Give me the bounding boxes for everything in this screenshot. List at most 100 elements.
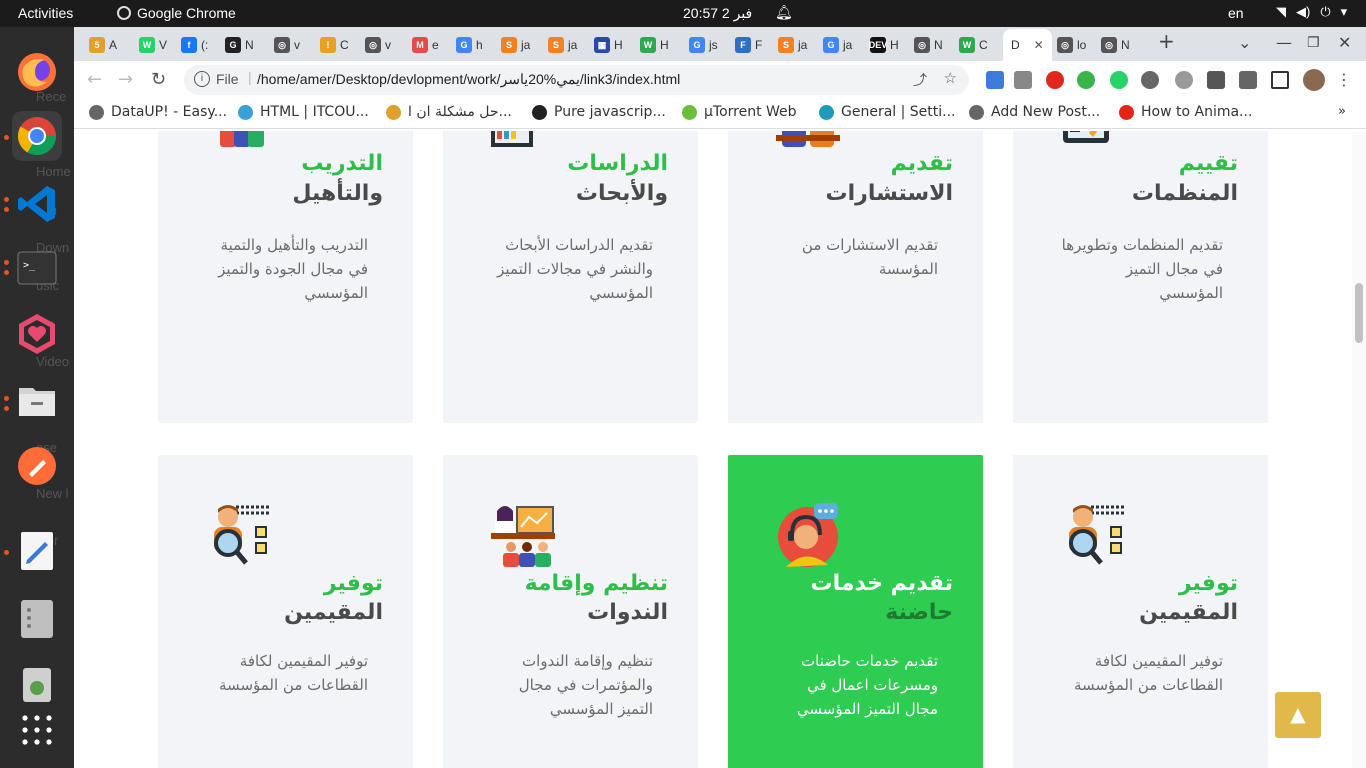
share-icon[interactable]: ⤴ [913,70,927,90]
postman-icon[interactable] [12,441,62,491]
bookmark-item[interactable]: Pure javascrip... [532,104,666,120]
green-extension-icon[interactable] [1077,71,1095,89]
service-card[interactable]: تقييم المنظمات تقديم المنظمات وتطويرها في … [1013,131,1268,423]
tab-17[interactable]: DEV H [869,33,899,57]
tab-18[interactable]: ◎ N [914,33,943,57]
tab-16[interactable]: Gja [823,33,852,57]
tab-label: lo [1077,38,1087,52]
vscode-icon[interactable] [12,179,62,229]
extension-picker-icon[interactable] [986,71,1004,89]
tab-12[interactable]: WH [640,33,669,57]
tab-label: H [614,38,623,52]
more-bookmarks-chevron-icon[interactable]: » [1338,104,1346,119]
new-tab-button[interactable]: + [1158,29,1175,53]
tab-4[interactable]: ◎ v [274,33,300,57]
tab-11[interactable]: ▦ H [594,33,623,57]
forward-arrow-icon[interactable]: → [118,69,133,90]
minimize-button[interactable]: — [1276,33,1292,52]
tab-favicon-icon: S [548,37,564,53]
service-card[interactable]: تقديم الاستشارات تقديم الاستشارات من المؤس… [728,131,983,423]
window-close-button[interactable]: ✕ [1338,33,1351,52]
bookmark-item[interactable]: Add New Post... [969,104,1100,120]
bookmark-item[interactable]: HTML | ITCOU... [238,104,369,120]
maximize-button[interactable]: ❐ [1307,35,1320,51]
health-app-icon[interactable] [12,309,62,359]
activities-button[interactable]: Activities [18,5,73,21]
card-title: والأبحاث [575,181,668,206]
clock[interactable]: 20:57 2 فبر [683,5,752,22]
tab-8[interactable]: Gh [456,33,483,57]
card-description: تقديم الدراسات الأبحاث والنشر في مجالات … [497,236,653,302]
opera-extension-icon[interactable] [1046,71,1064,89]
bookmark-item[interactable]: µTorrent Web [682,104,797,120]
bookmark-item[interactable]: How to Anima... [1119,104,1252,120]
tab-active[interactable]: D ✕ [1003,29,1052,61]
media-extension-icon[interactable] [1207,71,1225,89]
tab-10[interactable]: Sja [548,33,577,57]
firefox-icon[interactable] [12,47,62,97]
browser-toolbar: ← → ↻ i File | /home/amer/Desktop/devlop… [74,61,1366,99]
back-arrow-icon[interactable]: ← [87,69,102,90]
tab-favicon-icon: M [412,37,428,53]
whatsapp-extension-icon[interactable] [1110,71,1128,89]
scrollbar-thumb[interactable] [1355,283,1363,343]
tab-13[interactable]: Gjs [689,33,718,57]
bookmark-item[interactable]: General | Setti... [819,104,956,120]
trash-icon[interactable] [12,659,62,709]
card-description: التدريب والتأهيل والتمية في مجال الجودة … [218,236,368,302]
service-card[interactable]: توفير المقيمين توفير المقيمين لكافة القطاع… [158,455,413,768]
avatar[interactable] [1303,69,1325,91]
info-icon[interactable]: i [194,71,210,87]
gear-extension-icon[interactable] [1175,71,1193,89]
tab-6[interactable]: ◎ v [365,33,391,57]
bookmark-item[interactable]: DataUP! - Easy... [89,104,227,120]
tab-5[interactable]: ! C [320,33,349,57]
url-text[interactable]: /home/amer/Desktop/devlopment/work/يمي%2… [257,71,680,88]
tab-19[interactable]: WC [959,33,988,57]
tab-14[interactable]: FF [735,33,762,57]
notification-bell-icon[interactable]: 🔔︎ [775,4,793,21]
side-panel-icon[interactable] [1271,71,1289,89]
tab-15[interactable]: Sja [778,33,807,57]
tab-0[interactable]: 5A [89,33,117,57]
tab-2[interactable]: f (: [181,33,208,57]
system-tray[interactable]: ◥ ◀) ⏻ ▾ [1276,4,1347,20]
text-editor-icon[interactable] [12,525,62,575]
recruiter-icon [206,503,270,567]
menu-kebab-icon[interactable]: ⋮ [1336,70,1352,89]
back-to-top-button[interactable]: ▲ [1275,692,1321,738]
tab-3[interactable]: GN [225,33,254,57]
service-card[interactable]: الدراسات والأبحاث تقديم الدراسات الأبحاث و… [443,131,698,423]
tab-after-1[interactable]: ◎ N [1101,33,1130,57]
address-bar[interactable]: i File | /home/amer/Desktop/devlopment/w… [184,65,969,95]
app-menu[interactable]: Google Chrome [117,5,236,21]
tab-favicon-icon: ◎ [1057,37,1073,53]
scrollbar[interactable] [1352,131,1366,768]
bookmark-label: DataUP! - Easy... [111,104,228,120]
tab-search-chevron-icon[interactable]: ⌄ [1238,33,1251,52]
files-icon[interactable] [12,375,62,425]
tab-1[interactable]: WV [139,33,167,57]
service-card[interactable]: التدريب والتأهيل التدريب والتأهيل والتمية … [158,131,413,423]
service-card[interactable]: تنظيم وإقامة الندوات تنظيم وإقامة الندوات … [443,455,698,768]
reload-icon[interactable]: ↻ [151,69,166,90]
tab-after-0[interactable]: ◎ lo [1057,33,1086,57]
close-icon[interactable]: ✕ [1034,38,1044,52]
puzzle-icon[interactable] [1239,71,1257,89]
cup-extension-icon[interactable] [1141,71,1159,89]
card-title: حاضنة [885,600,953,625]
bookmark-item[interactable]: حل مشكلة ان ا... [386,104,512,120]
disks-icon[interactable] [12,593,62,643]
bookmark-star-icon[interactable]: ☆ [944,69,957,87]
camera-extension-icon[interactable] [1014,71,1032,89]
tab-label: H [660,38,669,52]
chrome-icon[interactable] [12,111,62,161]
tab-favicon-icon: G [689,37,705,53]
service-card[interactable]: تقديم خدمات حاضنة تقديم خدمات حاضنات ومسرع… [728,455,983,768]
service-card[interactable]: توفير المقيمين توفير المقيمين لكافة القطاع… [1013,455,1268,768]
tab-7[interactable]: Me [412,33,439,57]
tab-9[interactable]: Sja [501,33,530,57]
terminal-icon[interactable]: >_ [12,243,62,293]
show-apps-grid-icon[interactable] [12,705,62,755]
input-language[interactable]: en [1228,5,1244,21]
